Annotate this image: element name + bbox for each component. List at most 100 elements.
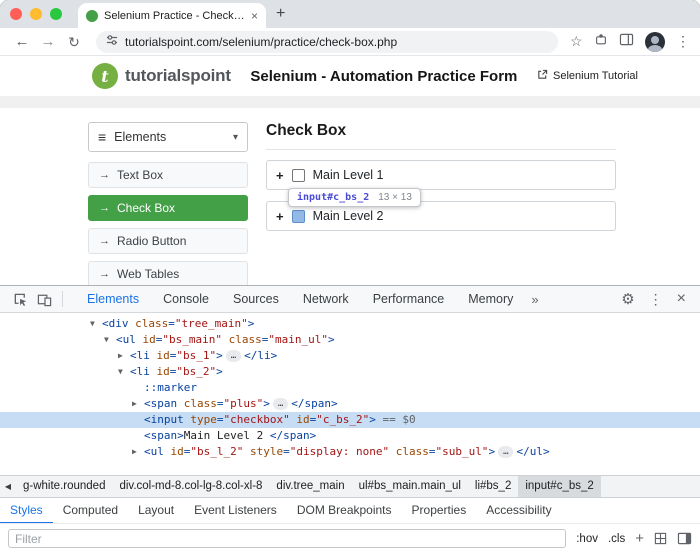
new-tab-button[interactable]: + (276, 6, 285, 22)
devtools-tab-memory[interactable]: Memory (456, 286, 525, 312)
device-toolbar-icon[interactable] (32, 287, 56, 311)
code-token: li (137, 365, 150, 378)
code-token: Main Level 2 (184, 429, 270, 442)
new-style-rule-button[interactable]: + (635, 531, 644, 546)
dom-tree-line[interactable]: <span>Main Level 2 </span> (0, 428, 700, 444)
code-token: </ (270, 429, 283, 442)
devtools-tab-network[interactable]: Network (291, 286, 361, 312)
breadcrumb-item[interactable]: g-white.rounded (16, 476, 112, 497)
sidebar-item-text-box[interactable]: →Text Box (88, 162, 248, 188)
minimize-window-button[interactable] (30, 8, 42, 20)
styles-filter-input[interactable] (8, 529, 566, 548)
styles-tab-layout[interactable]: Layout (128, 498, 184, 524)
close-window-button[interactable] (10, 8, 22, 20)
devtools-tab-elements[interactable]: Elements (75, 286, 151, 312)
expand-ellipsis-button[interactable]: … (498, 446, 513, 458)
devtools-tab-sources[interactable]: Sources (221, 286, 291, 312)
site-settings-icon[interactable] (106, 33, 118, 51)
code-token: < (144, 397, 151, 410)
elements-dropdown[interactable]: ≡ Elements ▾ (88, 122, 248, 152)
expand-arrow-icon[interactable]: ▶ (118, 348, 130, 364)
dom-tree-line[interactable]: ▼<div class="tree_main"> (0, 316, 700, 332)
breadcrumb-item[interactable]: div.col-md-8.col-lg-8.col-xl-8 (112, 476, 269, 497)
dom-tree-line[interactable]: ::marker (0, 380, 700, 396)
code-token: ul (151, 445, 164, 458)
code-token: < (144, 413, 151, 426)
bookmark-star-icon[interactable]: ☆ (570, 33, 583, 50)
hamburger-icon: ≡ (98, 130, 106, 144)
settings-gear-icon[interactable]: ⚙ (621, 292, 634, 307)
forward-icon[interactable]: → (36, 34, 60, 49)
code-token: > (177, 429, 184, 442)
dom-tree-line[interactable]: ▶<ul id="bs_l_2" style="display: none" c… (0, 444, 700, 460)
dom-tree-line[interactable]: ▼<li id="bs_2"> (0, 364, 700, 380)
logo-wordmark: tutorialspoint (125, 66, 231, 86)
styles-tab-computed[interactable]: Computed (53, 498, 128, 524)
code-token: id (143, 333, 156, 346)
breadcrumb-item[interactable]: li#bs_2 (468, 476, 518, 497)
breadcrumb-item[interactable]: input#c_bs_2 (518, 476, 600, 497)
extensions-icon[interactable] (594, 32, 608, 51)
styles-tab-accessibility[interactable]: Accessibility (476, 498, 561, 524)
dom-tree-line[interactable]: ▼<ul id="bs_main" class="main_ul"> (0, 332, 700, 348)
sidebar-item-radio-button[interactable]: →Radio Button (88, 228, 248, 254)
expand-ellipsis-button[interactable]: … (226, 350, 241, 362)
inspect-element-icon[interactable] (8, 287, 32, 311)
code-token: "display: none" (290, 445, 389, 458)
arrow-right-icon: → (99, 268, 110, 280)
browser-tab[interactable]: Selenium Practice - Check Box × (78, 3, 266, 28)
web-page: t tutorialspoint Selenium - Automation P… (0, 56, 700, 285)
styles-tab-dom-breakpoints[interactable]: DOM Breakpoints (287, 498, 402, 524)
page-title: Selenium - Automation Practice Form (243, 68, 525, 85)
breadcrumb-scroll-left-icon[interactable]: ◀ (0, 482, 16, 491)
toggle-element-state-button[interactable]: :hov (576, 533, 598, 545)
dom-tree-line[interactable]: ▶<li id="bs_1">…</li> (0, 348, 700, 364)
code-token: "bs_l_2" (190, 445, 243, 458)
more-tabs-icon[interactable]: » (525, 292, 544, 307)
checkbox[interactable] (292, 210, 305, 223)
tab-close-icon[interactable]: × (251, 10, 258, 22)
code-token: = (217, 413, 224, 426)
reload-icon[interactable]: ↻ (62, 35, 86, 49)
code-token: "plus" (224, 397, 264, 410)
checkbox[interactable] (292, 169, 305, 182)
element-classes-button[interactable]: .cls (608, 533, 625, 545)
code-token: > (216, 349, 223, 362)
styles-tab-properties[interactable]: Properties (402, 498, 477, 524)
styles-tab-styles[interactable]: Styles (0, 498, 53, 524)
side-panel-icon[interactable] (619, 33, 634, 51)
code-token: = (283, 445, 290, 458)
devtools-menu-icon[interactable]: ⋮ (649, 292, 663, 306)
back-icon[interactable]: ← (10, 34, 34, 49)
sidebar-item-web-tables[interactable]: →Web Tables (88, 261, 248, 285)
devtools-tab-console[interactable]: Console (151, 286, 221, 312)
collapse-arrow-icon[interactable]: ▼ (104, 332, 116, 348)
devtools-close-icon[interactable]: × (677, 291, 686, 307)
expand-arrow-icon[interactable]: ▶ (132, 444, 144, 460)
expand-ellipsis-button[interactable]: … (273, 398, 288, 410)
dom-tree-line[interactable]: <input type="checkbox" id="c_bs_2"> == $… (0, 412, 700, 428)
computed-sidebar-toggle-icon[interactable] (677, 532, 692, 545)
collapse-arrow-icon[interactable]: ▼ (90, 316, 102, 332)
sidebar-item-check-box[interactable]: →Check Box (88, 195, 248, 221)
styles-tabs: StylesComputedLayoutEvent ListenersDOM B… (0, 497, 700, 523)
browser-menu-icon[interactable]: ⋮ (676, 33, 690, 50)
devtools-tab-performance[interactable]: Performance (361, 286, 457, 312)
breadcrumb-item[interactable]: div.tree_main (269, 476, 351, 497)
styles-tab-event-listeners[interactable]: Event Listeners (184, 498, 287, 524)
zoom-window-button[interactable] (50, 8, 62, 20)
expand-plus-button[interactable]: + (276, 168, 284, 183)
code-token: > (328, 333, 335, 346)
expand-plus-button[interactable]: + (276, 209, 284, 224)
dom-tree-line[interactable]: ▶<span class="plus">…</span> (0, 396, 700, 412)
profile-avatar[interactable] (645, 32, 665, 52)
breadcrumb-item[interactable]: ul#bs_main.main_ul (352, 476, 468, 497)
collapse-arrow-icon[interactable]: ▼ (118, 364, 130, 380)
selenium-tutorial-link[interactable]: Selenium Tutorial (537, 69, 638, 83)
code-token: ::marker (144, 381, 197, 394)
tutorialspoint-logo[interactable]: t tutorialspoint (92, 63, 231, 89)
expand-arrow-icon[interactable]: ▶ (132, 396, 144, 412)
code-token (136, 333, 143, 346)
grid-icon[interactable] (654, 532, 667, 545)
address-bar[interactable]: tutorialspoint.com/selenium/practice/che… (96, 31, 558, 53)
